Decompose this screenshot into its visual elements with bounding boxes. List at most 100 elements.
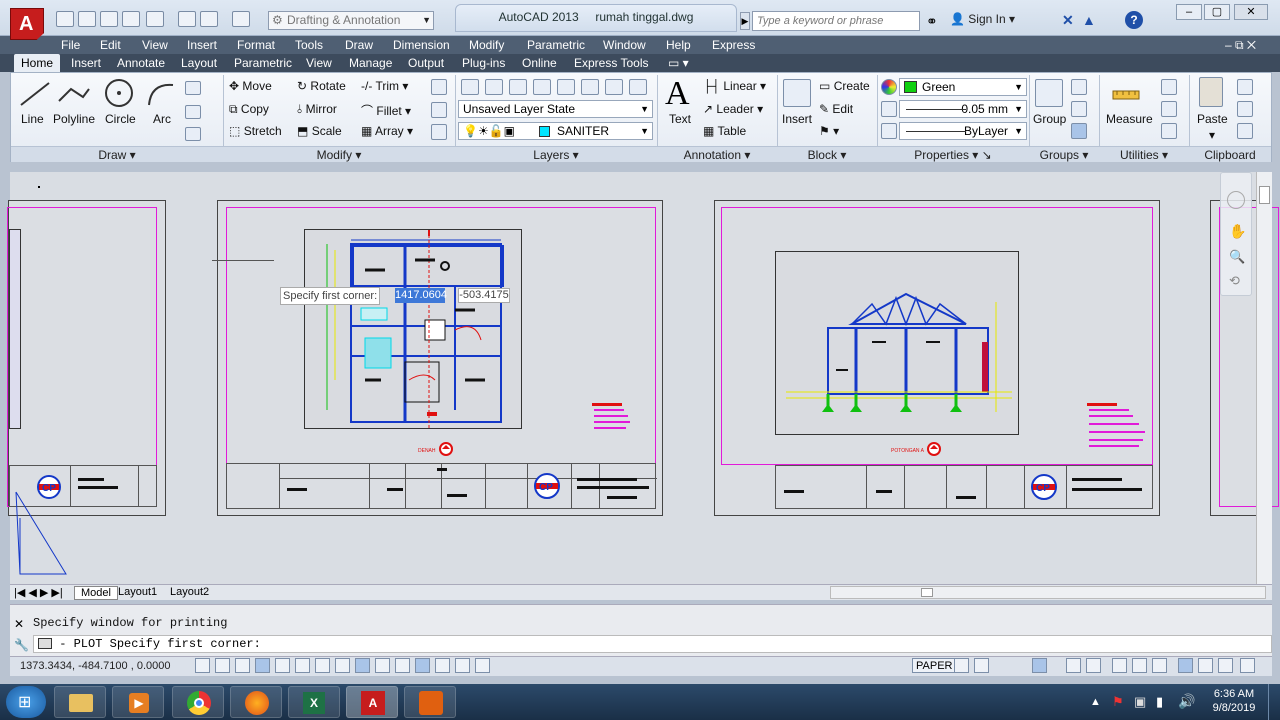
drawing-area[interactable]: CP DENAH CP Specify first corner: 1417.0… [7, 172, 1279, 584]
layer-icon-3[interactable] [509, 79, 527, 95]
zoom-icon[interactable]: 🔍 [1229, 249, 1245, 265]
grid-display-icon[interactable] [235, 658, 250, 673]
selection-cycling-icon[interactable] [455, 658, 470, 673]
file-explorer-taskbar-button[interactable] [54, 686, 106, 718]
paste-dropdown-icon[interactable]: ▾ [1209, 128, 1215, 142]
undo-icon[interactable] [200, 11, 218, 27]
quick-properties-icon[interactable] [435, 658, 450, 673]
clean-screen-icon[interactable] [1240, 658, 1255, 673]
paste-icon[interactable] [1199, 77, 1223, 107]
tab-output[interactable]: Output [408, 54, 444, 72]
show-desktop-button[interactable] [1268, 684, 1280, 720]
cut-icon[interactable] [1237, 79, 1253, 95]
hardware-acceleration-icon[interactable] [1152, 658, 1167, 673]
steering-wheel-icon[interactable] [1227, 191, 1245, 209]
copy-button[interactable]: ⧉ Copy [229, 102, 269, 117]
menu-tools[interactable]: Tools [295, 36, 323, 54]
array-button[interactable]: ▦ Array ▾ [361, 124, 413, 138]
tab-manage[interactable]: Manage [349, 54, 392, 72]
line-icon[interactable] [17, 79, 53, 109]
leader-button[interactable]: ↗ Leader ▾ [703, 102, 763, 116]
tab-layout1[interactable]: Layout1 [118, 586, 157, 598]
explode-icon[interactable] [431, 102, 447, 118]
sign-in-button[interactable]: 👤 Sign In ▾ [950, 12, 1015, 26]
horizontal-scroll-thumb[interactable] [921, 588, 933, 597]
lineweight-toggle-icon[interactable] [395, 658, 410, 673]
workspace-switching-icon[interactable] [1112, 658, 1127, 673]
open-file-icon[interactable] [78, 11, 96, 27]
text-button[interactable]: Text [669, 112, 691, 126]
polyline-button[interactable]: Polyline [53, 112, 95, 126]
paste-button[interactable]: Paste [1197, 112, 1228, 126]
ribbon-minimize-icon[interactable]: ▭ ▾ [668, 54, 689, 72]
layer-state-dropdown[interactable]: Unsaved Layer State ▼ [458, 100, 653, 118]
create-block-button[interactable]: ▭ Create [819, 79, 870, 93]
line-button[interactable]: Line [21, 112, 44, 126]
coordinate-readout[interactable]: 1373.3434, -484.7100 , 0.0000 [20, 660, 170, 672]
utilities-panel-title[interactable]: Utilities ▾ [1099, 146, 1189, 162]
block-attributes-button[interactable]: ⚑ ▾ [819, 124, 839, 138]
tab-plugins[interactable]: Plug-ins [462, 54, 505, 72]
tab-home[interactable]: Home [14, 54, 61, 72]
network-icon[interactable]: ▮ [1156, 694, 1163, 710]
menu-express[interactable]: Express [712, 36, 755, 54]
menu-window[interactable]: Window [603, 36, 646, 54]
calculator-icon[interactable] [1161, 123, 1177, 139]
lock-ui-icon[interactable] [1132, 658, 1147, 673]
menu-view[interactable]: View [142, 36, 168, 54]
group-icon[interactable] [1035, 79, 1063, 107]
region-icon[interactable] [185, 127, 201, 141]
circle-button[interactable]: Circle [105, 112, 136, 126]
menu-file[interactable]: File [61, 36, 80, 54]
annotation-visibility-icon[interactable] [1086, 658, 1101, 673]
tab-model[interactable]: Model [74, 586, 118, 600]
measure-button[interactable]: Measure [1106, 112, 1153, 126]
autocad-application-icon[interactable]: A [10, 8, 44, 40]
group-selection-icon[interactable] [1071, 123, 1087, 139]
maximize-button[interactable]: ▢ [1204, 4, 1230, 20]
erase-icon[interactable] [431, 79, 447, 95]
search-input[interactable]: Type a keyword or phrase [752, 11, 920, 31]
polyline-icon[interactable] [55, 79, 91, 109]
notification-flag-icon[interactable]: ⚑ [1112, 694, 1124, 710]
copy-clip-icon[interactable] [1237, 101, 1253, 117]
menu-dimension[interactable]: Dimension [393, 36, 450, 54]
annotation-panel-title[interactable]: Annotation ▾ [657, 146, 777, 162]
help-icon[interactable]: ? [1125, 11, 1143, 29]
autocad-taskbar-button[interactable]: A [346, 686, 398, 718]
lineweight-icon[interactable] [881, 101, 897, 117]
offset-icon[interactable] [431, 124, 447, 140]
status-menu-icon[interactable] [1218, 658, 1233, 673]
group-edit-icon[interactable] [1071, 101, 1087, 117]
customize-wrench-icon[interactable]: 🔧 [14, 638, 29, 652]
tab-express-tools[interactable]: Express Tools [574, 54, 648, 72]
layer-icon-7[interactable] [605, 79, 623, 95]
object-snap-icon[interactable] [295, 658, 310, 673]
doc-window-controls[interactable]: – ⧉ ✕ [1225, 36, 1256, 54]
circle-icon[interactable] [103, 77, 135, 109]
tab-online[interactable]: Online [522, 54, 557, 72]
quick-view-layouts-icon[interactable] [954, 658, 969, 673]
app-taskbar-button[interactable] [404, 686, 456, 718]
hatch-icon[interactable] [185, 105, 201, 119]
orbit-icon[interactable]: ⟲ [1229, 273, 1240, 289]
color-dropdown[interactable]: Green ▼ [899, 78, 1027, 96]
block-panel-title[interactable]: Block ▾ [777, 146, 877, 162]
media-player-taskbar-button[interactable]: ▶ [112, 686, 164, 718]
tab-parametric[interactable]: Parametric [234, 54, 292, 72]
clipboard-panel-title[interactable]: Clipboard [1189, 146, 1271, 162]
isolate-objects-icon[interactable] [1178, 658, 1193, 673]
chrome-taskbar-button[interactable] [172, 686, 224, 718]
snap-mode-icon[interactable] [215, 658, 230, 673]
save-icon[interactable] [100, 11, 118, 27]
menu-insert[interactable]: Insert [187, 36, 217, 54]
annotation-monitor-icon[interactable] [475, 658, 490, 673]
quick-select-icon[interactable] [1161, 79, 1177, 95]
arc-icon[interactable] [145, 79, 177, 109]
move-button[interactable]: ✥ Move [229, 79, 272, 93]
annotation-scale-icon[interactable] [1066, 658, 1081, 673]
fillet-button[interactable]: ⌒ Fillet ▾ [361, 102, 411, 119]
3d-object-snap-icon[interactable] [315, 658, 330, 673]
lineweight-dropdown[interactable]: 0.05 mm ▼ [899, 100, 1027, 118]
rotate-button[interactable]: ↻ Rotate [297, 79, 346, 93]
